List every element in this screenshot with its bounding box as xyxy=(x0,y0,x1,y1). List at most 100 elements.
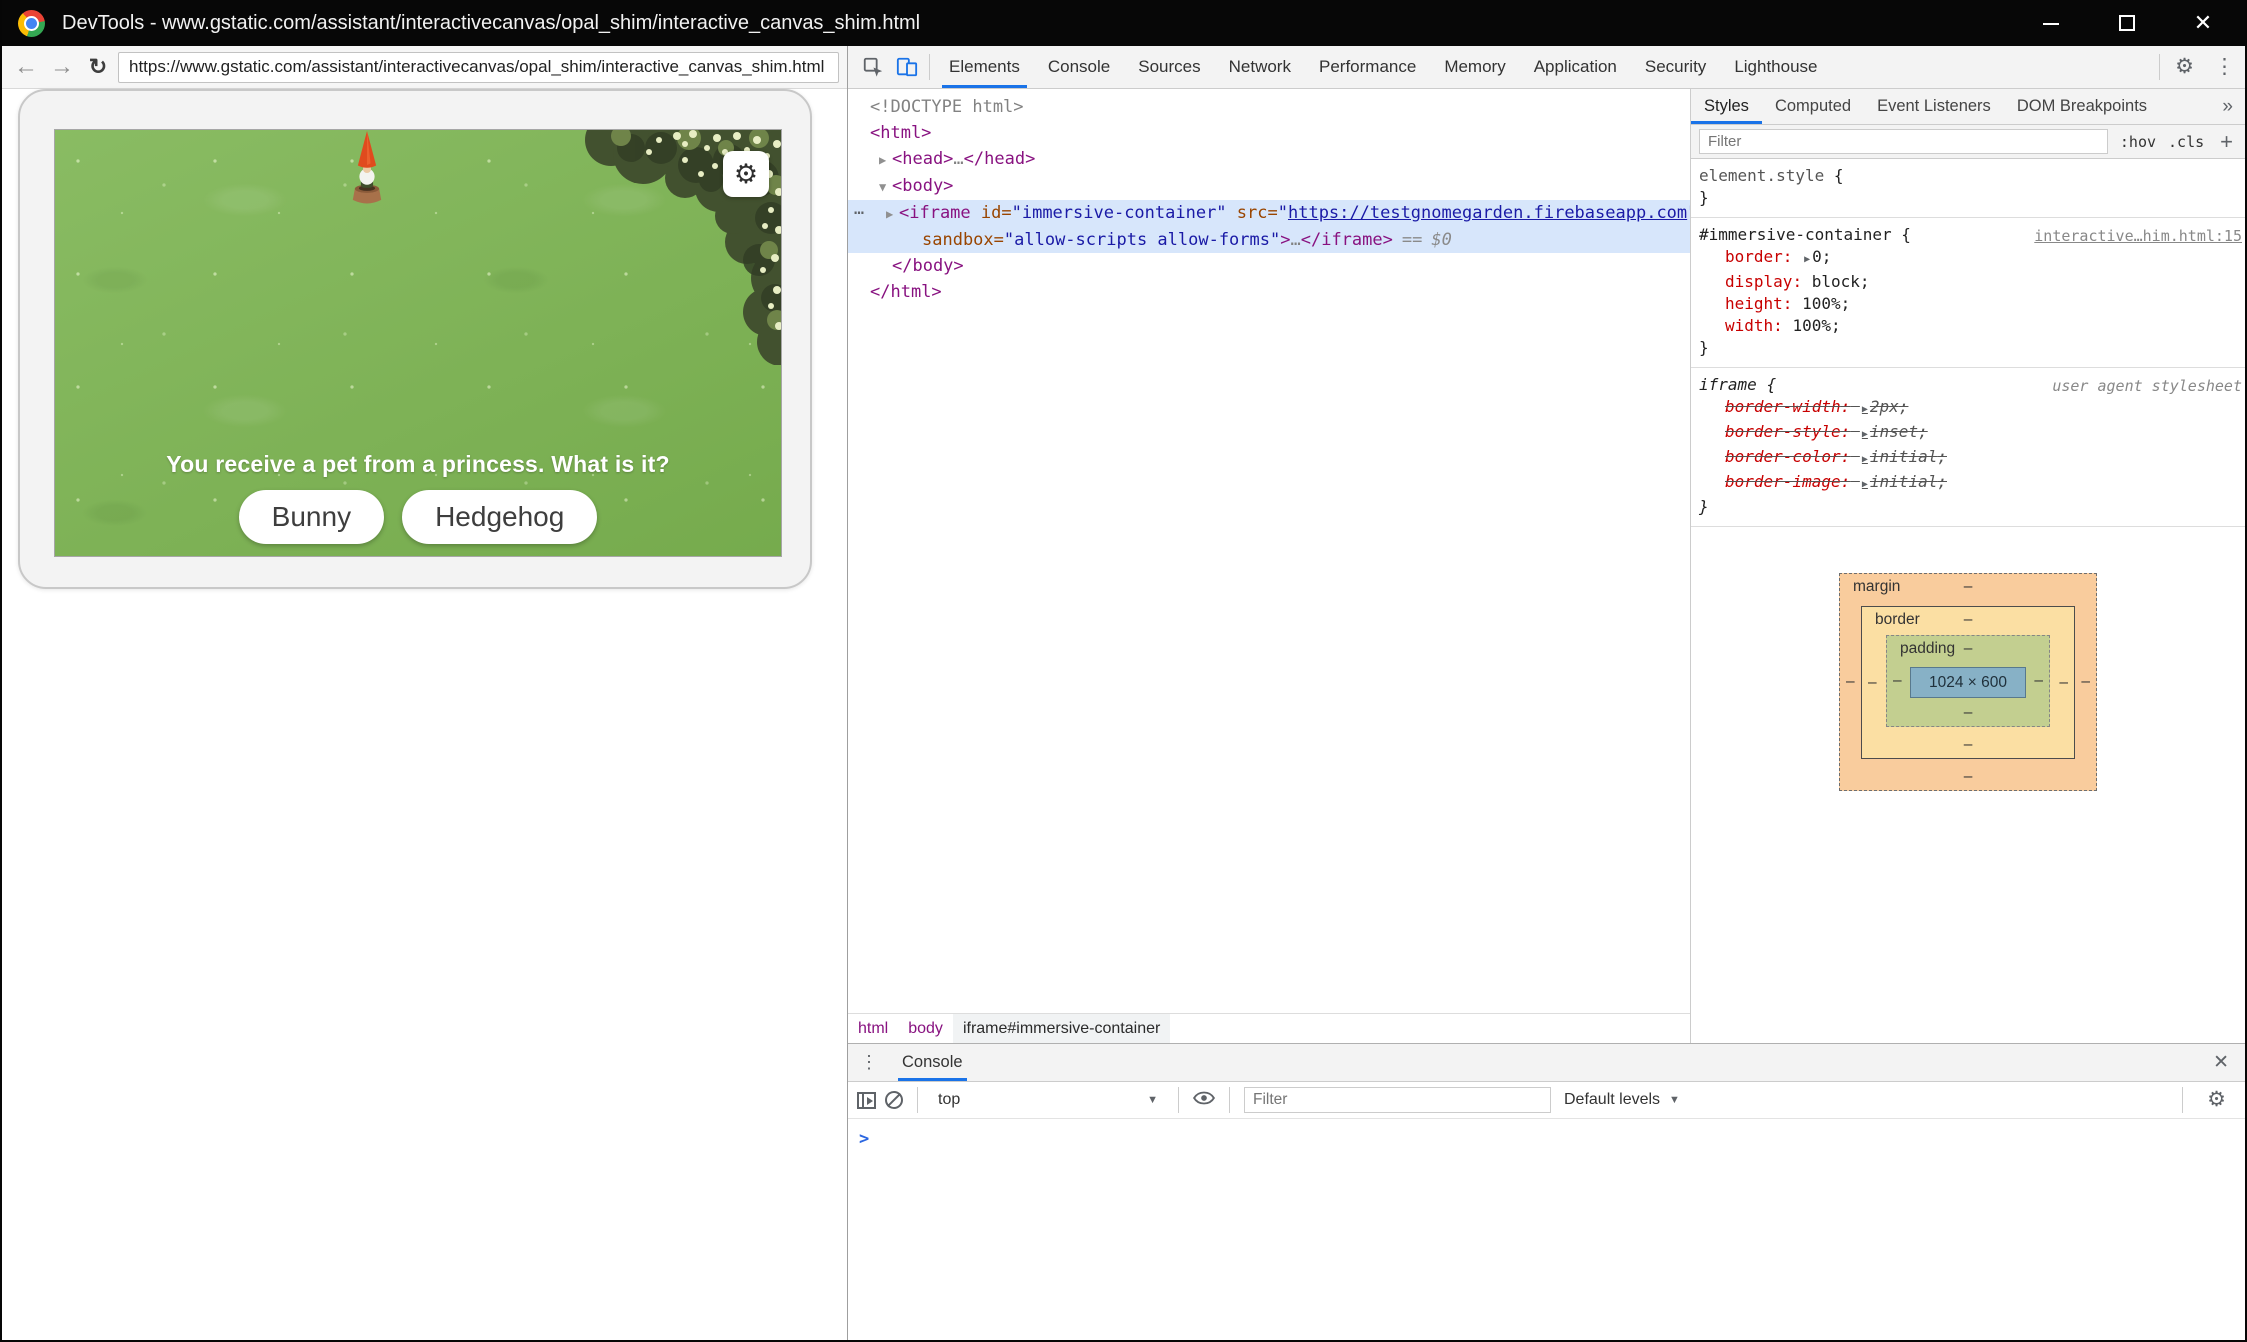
tab-elements[interactable]: Elements xyxy=(935,46,1034,88)
css-property[interactable]: height 100% xyxy=(1699,293,2237,315)
window-titlebar: DevTools - www.gstatic.com/assistant/int… xyxy=(2,0,2245,46)
css-property-overridden[interactable]: border-image ▶initial xyxy=(1699,471,2237,496)
console-toolbar: top ▼ Default levels ▼ ⚙ xyxy=(848,1082,2245,1119)
styles-sidebar: Styles Computed Event Listeners DOM Brea… xyxy=(1691,89,2245,1043)
expand-arrow-icon[interactable]: ▶ xyxy=(1862,404,1868,415)
close-button[interactable]: ✕ xyxy=(2193,13,2213,33)
drawer-close-icon[interactable]: ✕ xyxy=(2207,1044,2235,1081)
drawer-tab-console[interactable]: Console xyxy=(898,1044,967,1081)
device-toolbar-icon[interactable] xyxy=(890,50,924,84)
tab-lighthouse[interactable]: Lighthouse xyxy=(1720,46,1831,88)
pseudo-state-toggle[interactable]: :hov xyxy=(2120,133,2156,151)
element-class-toggle[interactable]: .cls xyxy=(2168,133,2204,151)
stylesheet-source-link[interactable]: interactive…him.html:15 xyxy=(2034,225,2242,247)
expand-arrow-icon[interactable]: ▶ xyxy=(1804,254,1810,265)
game-prompt-text: You receive a pet from a princess. What … xyxy=(55,451,781,478)
console-sidebar-toggle-icon[interactable] xyxy=(857,1092,876,1109)
chrome-logo-icon xyxy=(18,10,45,37)
tab-sources[interactable]: Sources xyxy=(1124,46,1214,88)
iframe-src-link[interactable]: https://testgnomegarden.firebaseapp.com xyxy=(1288,203,1687,223)
breadcrumb: html body iframe#immersive-container xyxy=(848,1013,1690,1043)
tab-memory[interactable]: Memory xyxy=(1430,46,1519,88)
css-property-overridden[interactable]: border-color ▶initial xyxy=(1699,446,2237,471)
css-property-overridden[interactable]: border-style ▶inset xyxy=(1699,421,2237,446)
live-expression-eye-icon[interactable] xyxy=(1193,1090,1215,1111)
styles-rules: element.style { } interactive…him.html:1… xyxy=(1691,159,2245,1043)
inspect-element-icon[interactable] xyxy=(856,50,890,84)
styles-filter-bar: :hov .cls + xyxy=(1691,125,2245,159)
minimize-button[interactable] xyxy=(2041,13,2061,33)
breadcrumb-iframe[interactable]: iframe#immersive-container xyxy=(953,1014,1170,1043)
toolbar-separator xyxy=(1229,1087,1230,1113)
maximize-button[interactable] xyxy=(2117,13,2137,33)
rule-element-style[interactable]: element.style { } xyxy=(1691,159,2245,218)
tab-network[interactable]: Network xyxy=(1215,46,1305,88)
css-property[interactable]: width 100% xyxy=(1699,315,2237,337)
tab-computed[interactable]: Computed xyxy=(1762,89,1864,124)
new-style-rule-button[interactable]: + xyxy=(2220,129,2233,155)
elements-panel: <!DOCTYPE html> <html> ▶<head>…</head> ▼… xyxy=(848,89,1691,1043)
rule-iframe-user-agent[interactable]: user agent stylesheet iframe { border-wi… xyxy=(1691,368,2245,527)
box-model: margin – – – – border – – – – xyxy=(1839,573,2097,791)
tab-application[interactable]: Application xyxy=(1520,46,1631,88)
settings-gear-icon[interactable]: ⚙ xyxy=(2165,47,2204,87)
collapse-arrow-icon[interactable]: ▼ xyxy=(879,174,892,200)
execution-context-select[interactable]: top ▼ xyxy=(932,1091,1164,1109)
expand-arrow-icon[interactable]: ▶ xyxy=(1862,429,1868,440)
choice-hedgehog-button[interactable]: Hedgehog xyxy=(402,490,597,544)
gear-icon: ⚙ xyxy=(734,159,758,190)
clear-console-icon[interactable] xyxy=(885,1091,903,1109)
styles-filter-input[interactable] xyxy=(1699,129,2108,154)
expand-arrow-icon[interactable]: ▶ xyxy=(879,147,892,173)
code-line-doctype[interactable]: <!DOCTYPE html> xyxy=(848,94,1690,120)
tab-console[interactable]: Console xyxy=(1034,46,1124,88)
overflow-menu-icon[interactable]: ⋮ xyxy=(2204,47,2245,87)
toolbar-separator xyxy=(929,54,930,80)
box-model-border: border – – – – padding – – – xyxy=(1861,606,2075,759)
game-settings-button[interactable]: ⚙ xyxy=(723,151,769,197)
back-icon[interactable]: ← xyxy=(10,52,42,82)
css-property-overridden[interactable]: border-width ▶2px xyxy=(1699,396,2237,421)
css-property[interactable]: border ▶0 xyxy=(1699,246,2237,271)
breadcrumb-body[interactable]: body xyxy=(898,1014,953,1043)
tab-security[interactable]: Security xyxy=(1631,46,1720,88)
reload-icon[interactable]: ↻ xyxy=(82,52,114,82)
selected-node[interactable]: ⋯▶<iframe id="immersive-container" src="… xyxy=(848,200,1690,253)
tab-styles[interactable]: Styles xyxy=(1691,89,1762,124)
code-line-html-open[interactable]: <html> xyxy=(848,120,1690,146)
expand-arrow-icon[interactable]: ▶ xyxy=(886,201,899,227)
console-settings-gear-icon[interactable]: ⚙ xyxy=(2197,1080,2236,1120)
window-controls: ✕ xyxy=(2041,13,2229,33)
code-line-body-close[interactable]: </body> xyxy=(848,253,1690,279)
expand-arrow-icon[interactable]: ▶ xyxy=(1862,479,1868,490)
tab-performance[interactable]: Performance xyxy=(1305,46,1430,88)
console-prompt[interactable]: > xyxy=(848,1119,2245,1149)
breadcrumb-html[interactable]: html xyxy=(848,1014,898,1043)
tab-dom-breakpoints[interactable]: DOM Breakpoints xyxy=(2004,89,2160,124)
gutter-more-icon[interactable]: ⋯ xyxy=(854,200,864,226)
game-choice-buttons: Bunny Hedgehog xyxy=(55,490,781,544)
code-line-iframe-2[interactable]: sandbox="allow-scripts allow-forms">…</i… xyxy=(848,227,1690,253)
url-input[interactable] xyxy=(118,52,839,83)
console-filter-input[interactable] xyxy=(1244,1087,1551,1113)
code-line-html-close[interactable]: </html> xyxy=(848,279,1690,305)
expand-arrow-icon[interactable]: ▶ xyxy=(1862,454,1868,465)
chevron-down-icon: ▼ xyxy=(1669,1094,1680,1106)
browser-pane: ← → ↻ xyxy=(2,46,848,1340)
drawer-menu-icon[interactable]: ⋮ xyxy=(858,1044,880,1081)
code-line-body-open[interactable]: ▼<body> xyxy=(848,173,1690,200)
more-tabs-icon[interactable]: » xyxy=(2210,89,2245,124)
box-model-padding: padding – – – – 1024 × 600 xyxy=(1886,635,2050,727)
toolbar-separator xyxy=(917,1087,918,1113)
css-property[interactable]: display block xyxy=(1699,271,2237,293)
devtools-tabbar: Elements Console Sources Network Perform… xyxy=(848,46,2245,89)
window-title: DevTools - www.gstatic.com/assistant/int… xyxy=(62,12,920,35)
code-line-iframe-1[interactable]: ⋯▶<iframe id="immersive-container" src="… xyxy=(848,200,1690,227)
tab-event-listeners[interactable]: Event Listeners xyxy=(1864,89,2004,124)
rule-immersive-container[interactable]: interactive…him.html:15 #immersive-conta… xyxy=(1691,218,2245,368)
log-levels-select[interactable]: Default levels ▼ xyxy=(1564,1091,1680,1109)
code-line-head[interactable]: ▶<head>…</head> xyxy=(848,146,1690,173)
choice-bunny-button[interactable]: Bunny xyxy=(239,490,384,544)
forward-icon[interactable]: → xyxy=(46,52,78,82)
devtools-window: DevTools - www.gstatic.com/assistant/int… xyxy=(0,0,2247,1342)
